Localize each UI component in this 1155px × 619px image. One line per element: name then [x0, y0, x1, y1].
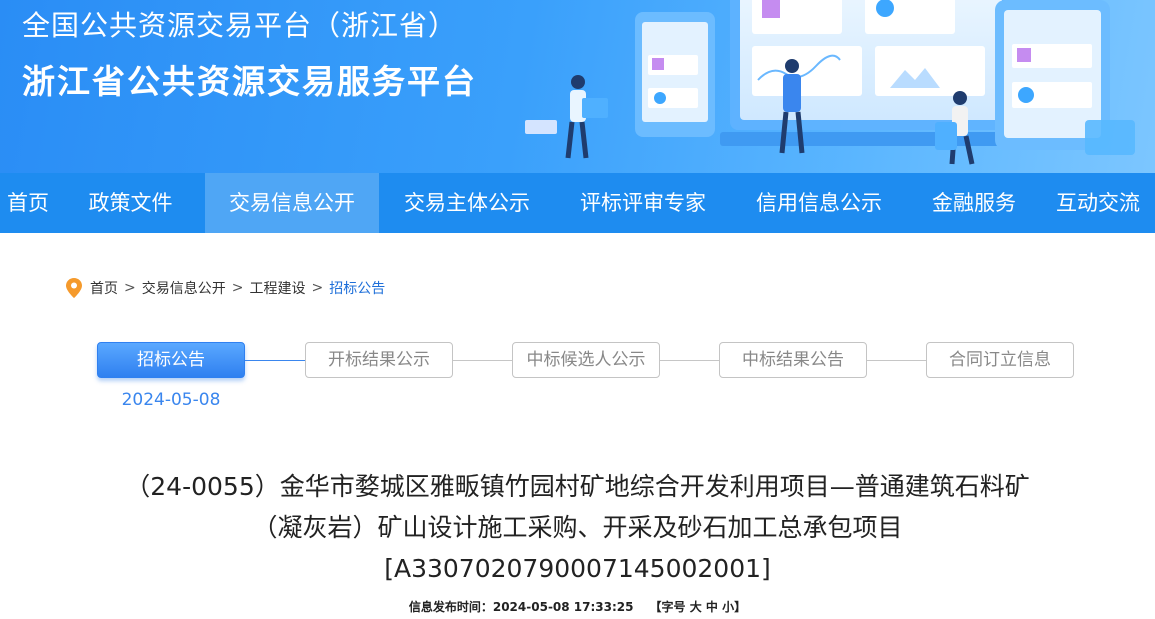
breadcrumb-separator: >: [231, 280, 244, 296]
nav-item-interaction[interactable]: 互动交流: [1041, 173, 1155, 233]
nav-item-trade-info[interactable]: 交易信息公开: [205, 173, 379, 233]
font-size-medium-button[interactable]: 中: [706, 600, 718, 614]
article-title: （24-0055）金华市婺城区雅畈镇竹园村矿地综合开发利用项目—普通建筑石料矿 …: [60, 466, 1095, 589]
breadcrumb-home[interactable]: 首页: [90, 278, 118, 298]
step-connector: [660, 360, 719, 361]
location-pin-icon: [66, 278, 82, 298]
step-date: 2024-05-08: [121, 390, 221, 410]
main-nav: 首页 政策文件 交易信息公开 交易主体公示 评标评审专家 信用信息公示 金融服务…: [0, 173, 1155, 233]
process-steps: 招标公告 开标结果公示 中标候选人公示 中标结果公告 合同订立信息 2024-0…: [0, 342, 1155, 422]
font-size-bracket-open: 【字号: [649, 600, 686, 614]
nav-item-credit[interactable]: 信用信息公示: [731, 173, 907, 233]
platform-subtitle: 浙江省公共资源交易服务平台: [22, 62, 477, 101]
step-connector: [867, 360, 926, 361]
step-bid-opening-result[interactable]: 开标结果公示: [305, 342, 453, 378]
article-title-line: （24-0055）金华市婺城区雅畈镇竹园村矿地综合开发利用项目—普通建筑石料矿: [125, 472, 1030, 501]
banner-illustration: [525, 0, 1135, 165]
nav-item-finance[interactable]: 金融服务: [907, 173, 1041, 233]
breadcrumb-separator: >: [311, 280, 324, 296]
step-contract-info[interactable]: 合同订立信息: [926, 342, 1074, 378]
header-banner: 全国公共资源交易平台（浙江省） 浙江省公共资源交易服务平台: [0, 0, 1155, 173]
step-award-result[interactable]: 中标结果公告: [719, 342, 867, 378]
breadcrumb-current[interactable]: 招标公告: [329, 278, 385, 298]
nav-item-home[interactable]: 首页: [0, 173, 56, 233]
breadcrumb-separator: >: [124, 280, 136, 296]
platform-title: 全国公共资源交易平台（浙江省）: [22, 9, 458, 42]
article-meta: 信息发布时间：2024-05-08 17:33:25 【字号 大 中 小】: [0, 598, 1155, 615]
breadcrumb: 首页 > 交易信息公开 > 工程建设 > 招标公告: [66, 278, 385, 298]
article-title-line: （凝灰岩）矿山设计施工采购、开采及砂石加工总承包项目: [252, 513, 903, 542]
nav-item-entity-notice[interactable]: 交易主体公示: [379, 173, 555, 233]
nav-item-experts[interactable]: 评标评审专家: [555, 173, 731, 233]
step-connector: [245, 360, 305, 361]
step-tender-notice[interactable]: 招标公告: [97, 342, 245, 378]
step-connector: [453, 360, 512, 361]
nav-item-policy[interactable]: 政策文件: [56, 173, 205, 233]
font-size-bracket-close: 】: [734, 600, 747, 614]
publish-time-label: 信息发布时间：: [408, 600, 493, 614]
font-size-small-button[interactable]: 小: [722, 600, 734, 614]
breadcrumb-engineering[interactable]: 工程建设: [249, 278, 305, 298]
breadcrumb-trade-info[interactable]: 交易信息公开: [142, 278, 226, 298]
publish-time: 2024-05-08 17:33:25: [492, 600, 634, 614]
font-size-large-button[interactable]: 大: [690, 600, 702, 614]
article-project-code: [A3307020790007145002001]: [384, 554, 771, 583]
step-winning-candidates[interactable]: 中标候选人公示: [512, 342, 660, 378]
